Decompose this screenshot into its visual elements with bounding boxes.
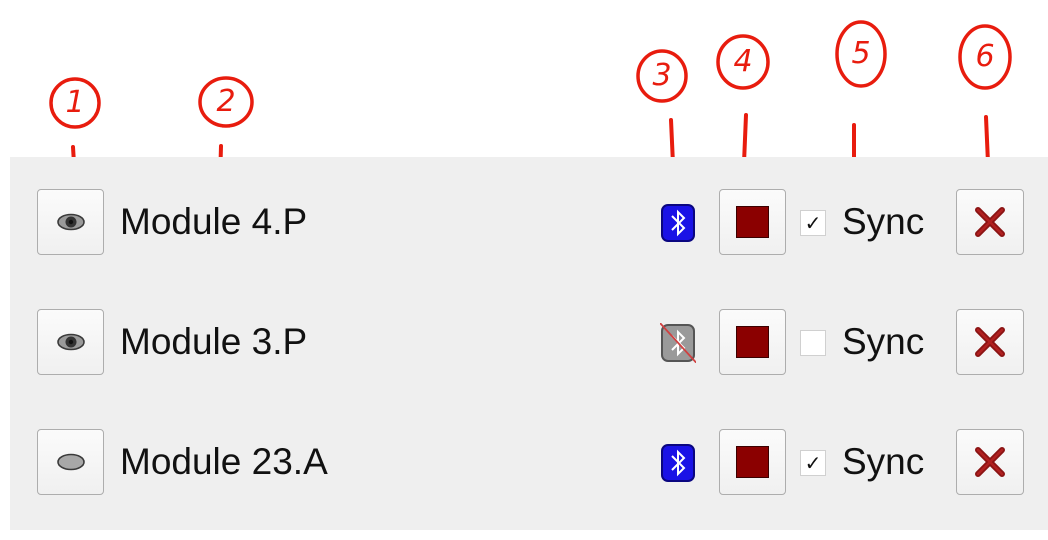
remove-module-button[interactable]: [956, 309, 1024, 375]
close-x-icon: [975, 207, 1005, 237]
sync-checkbox[interactable]: ✓: [800, 450, 826, 476]
annotation-5: 5: [826, 0, 896, 176]
annotation-5-marker: [835, 20, 887, 176]
annotation-4: 4: [708, 0, 778, 170]
color-swatch: [736, 446, 769, 478]
color-swatch: [736, 206, 769, 238]
module-row: Module 23.A ✓ Sync: [10, 397, 1048, 495]
module-name-label: Module 3.P: [120, 321, 308, 362]
close-x-icon: [975, 447, 1005, 477]
sync-label: Sync: [842, 441, 925, 482]
color-picker-button[interactable]: [719, 189, 786, 255]
annotation-5-number: 5: [851, 36, 871, 71]
module-name-label: Module 23.A: [120, 441, 328, 482]
color-picker-button[interactable]: [719, 429, 786, 495]
annotation-3-number: 3: [652, 58, 672, 93]
sync-checkbox[interactable]: ✓: [800, 210, 826, 236]
module-row: Module 4.P ✓ Sync: [10, 157, 1048, 255]
annotation-2: 2: [191, 0, 261, 184]
sync-label: Sync: [842, 201, 925, 242]
visibility-toggle-button[interactable]: [37, 189, 104, 255]
eye-open-icon: [56, 213, 85, 231]
visibility-toggle-button[interactable]: [37, 309, 104, 375]
annotation-3: 3: [627, 0, 697, 170]
eye-closed-icon: [56, 453, 85, 471]
visibility-toggle-button[interactable]: [37, 429, 104, 495]
annotation-4-number: 4: [733, 44, 753, 79]
module-list-screenshot: 1 2 3 4 5 6 Module 4.P ✓ Sync Module 3.P…: [0, 0, 1048, 540]
module-row: Module 3.P Sync: [10, 277, 1048, 375]
remove-module-button[interactable]: [956, 429, 1024, 495]
remove-module-button[interactable]: [956, 189, 1024, 255]
eye-open-icon: [56, 333, 85, 351]
module-list-panel: Module 4.P ✓ Sync Module 3.P Sync Module…: [10, 157, 1048, 530]
annotation-6: 6: [950, 0, 1020, 170]
sync-label: Sync: [842, 321, 925, 362]
annotation-6-marker: [958, 24, 1012, 165]
sync-checkbox[interactable]: [800, 330, 826, 356]
bluetooth-disabled-icon[interactable]: [660, 323, 696, 363]
annotation-6-number: 6: [975, 39, 995, 74]
annotation-1: 1: [40, 0, 110, 182]
module-name-label: Module 4.P: [120, 201, 308, 242]
close-x-icon: [975, 327, 1005, 357]
annotation-1-number: 1: [65, 85, 85, 120]
color-picker-button[interactable]: [719, 309, 786, 375]
color-swatch: [736, 326, 769, 358]
bluetooth-enabled-icon[interactable]: [660, 443, 696, 483]
bluetooth-enabled-icon[interactable]: [660, 203, 696, 243]
annotation-4-marker: [716, 34, 770, 165]
annotation-2-number: 2: [216, 84, 236, 119]
